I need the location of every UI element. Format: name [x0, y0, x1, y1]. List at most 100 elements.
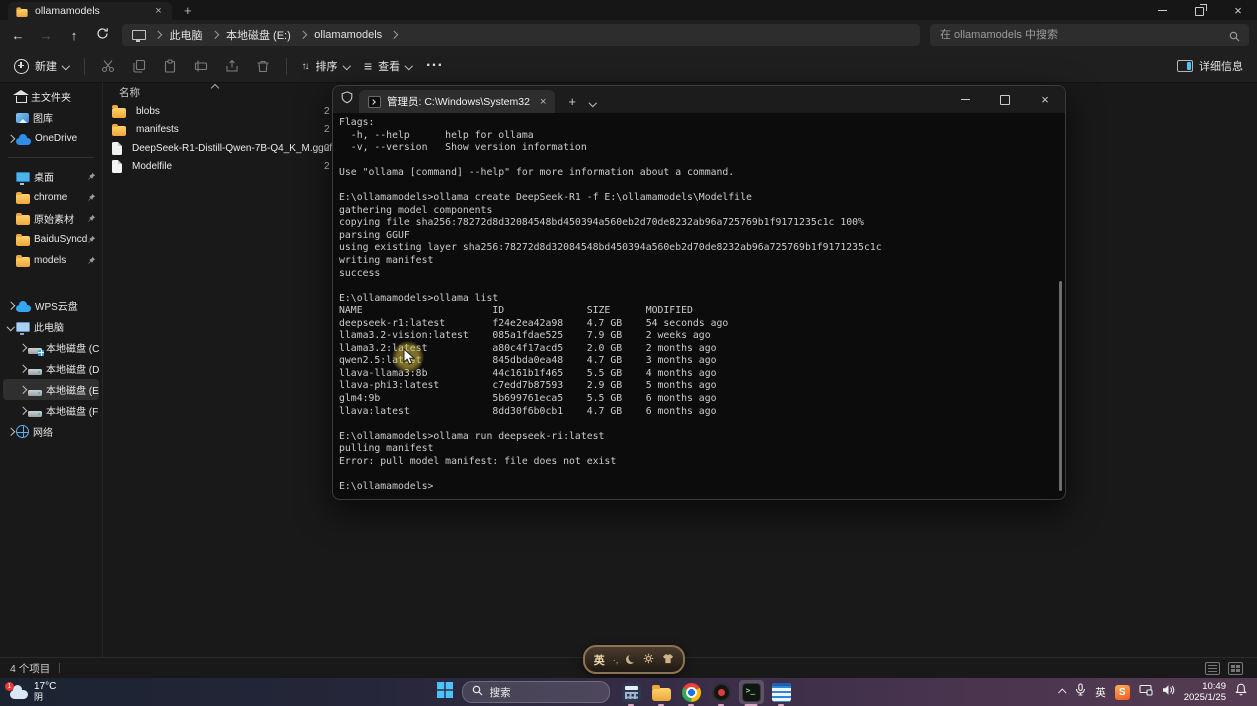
sidebar-item[interactable]: models: [3, 250, 99, 271]
expand-chevron-icon[interactable]: [7, 323, 15, 331]
expand-chevron-icon[interactable]: [7, 135, 15, 143]
tab-dropdown-icon[interactable]: [589, 98, 597, 106]
start-button[interactable]: [437, 682, 453, 703]
hidden-icons-chevron[interactable]: [1058, 688, 1066, 696]
sidebar-item[interactable]: 本地磁盘 (D:): [3, 358, 99, 379]
share-icon[interactable]: [224, 58, 240, 74]
close-button[interactable]: [1025, 86, 1065, 113]
expand-chevron-icon[interactable]: [19, 344, 27, 352]
taskbar-app[interactable]: [709, 680, 734, 704]
taskbar-app[interactable]: [769, 680, 794, 704]
terminal-window-controls: [945, 86, 1065, 113]
sidebar-item[interactable]: WPS云盘: [3, 295, 99, 316]
taskbar-app[interactable]: [739, 680, 764, 704]
breadcrumb-drive-e[interactable]: 本地磁盘 (E:): [226, 27, 291, 43]
file-name: manifests: [136, 124, 179, 135]
refresh-button[interactable]: [88, 27, 116, 43]
cast-screen-icon[interactable]: [1139, 683, 1153, 701]
up-button[interactable]: [60, 28, 88, 43]
file-row[interactable]: Modelfile 2: [103, 158, 344, 177]
volume-icon[interactable]: [1162, 683, 1175, 701]
large-icons-view-icon[interactable]: [1228, 662, 1243, 675]
ime-indicator[interactable]: 英: [1095, 685, 1106, 700]
new-tab-button[interactable]: [568, 94, 576, 109]
ime-settings-gear-icon[interactable]: [643, 651, 654, 669]
file-row[interactable]: manifests 2: [103, 121, 344, 140]
sogou-ime-icon[interactable]: S: [1115, 685, 1130, 700]
sort-arrows-icon: [302, 60, 310, 72]
file-row[interactable]: DeepSeek-R1-Distill-Qwen-7B-Q4_K_M.gguf …: [103, 139, 344, 158]
expand-chevron-icon[interactable]: [19, 386, 27, 394]
delete-icon[interactable]: [255, 58, 271, 74]
ime-language-button[interactable]: 英: [594, 652, 605, 668]
sidebar-item-icon: [16, 215, 30, 225]
taskbar-app[interactable]: [619, 680, 644, 704]
sort-ascending-icon[interactable]: [211, 84, 219, 92]
chevron-right-icon: [154, 31, 162, 39]
terminal-title-bar[interactable]: 管理员: C:\Windows\System32: [333, 86, 1065, 113]
sidebar-divider: [8, 157, 94, 158]
explorer-window-controls: [1143, 0, 1257, 20]
sidebar-item[interactable]: 本地磁盘 (E:): [3, 379, 99, 400]
sidebar-item[interactable]: OneDrive: [3, 128, 99, 149]
sidebar-item[interactable]: BaiduSyncdisk: [3, 229, 99, 250]
sidebar-item[interactable]: 此电脑: [3, 316, 99, 337]
sidebar-item[interactable]: chrome: [3, 187, 99, 208]
copy-icon[interactable]: [131, 58, 147, 74]
details-pane-button[interactable]: 详细信息: [1177, 58, 1243, 74]
moon-icon[interactable]: [626, 655, 635, 664]
taskbar-app[interactable]: [679, 680, 704, 704]
new-tab-button[interactable]: [184, 3, 192, 18]
breadcrumb: 此电脑 本地磁盘 (E:) ollamamodels: [122, 24, 920, 46]
column-header-name[interactable]: 名称: [119, 85, 140, 100]
sidebar-item[interactable]: 网络: [3, 421, 99, 442]
forward-button[interactable]: [32, 28, 60, 43]
terminal-tab[interactable]: 管理员: C:\Windows\System32: [359, 90, 555, 113]
rename-icon[interactable]: [193, 58, 209, 74]
sidebar-item[interactable]: 本地磁盘 (C:): [3, 337, 99, 358]
weather-widget[interactable]: 1 17°C 阴: [10, 682, 170, 702]
ime-skin-shirt-icon[interactable]: [662, 651, 674, 669]
sidebar-item[interactable]: 桌面: [3, 166, 99, 187]
search-input[interactable]: [930, 29, 1249, 41]
maximize-button[interactable]: [985, 86, 1025, 113]
new-button[interactable]: 新建: [14, 58, 69, 74]
microphone-icon[interactable]: [1075, 683, 1086, 701]
explorer-tab[interactable]: ollamamodels: [8, 2, 172, 20]
cut-icon[interactable]: [100, 58, 116, 74]
tab-close-icon[interactable]: [540, 96, 546, 108]
expand-chevron-icon[interactable]: [7, 428, 15, 436]
tab-close-icon[interactable]: [152, 5, 165, 17]
expand-chevron-icon[interactable]: [19, 365, 27, 373]
minimize-button[interactable]: [945, 86, 985, 113]
sidebar-item[interactable]: 图库: [3, 107, 99, 128]
chevron-right-icon: [299, 31, 307, 39]
taskbar-search[interactable]: 搜索: [462, 681, 610, 703]
terminal-scrollbar[interactable]: [1059, 281, 1062, 491]
sidebar-item[interactable]: 本地磁盘 (F:): [3, 400, 99, 421]
sort-button[interactable]: 排序: [302, 58, 350, 74]
restore-button[interactable]: [1181, 0, 1219, 20]
breadcrumb-this-pc[interactable]: 此电脑: [170, 27, 203, 43]
breadcrumb-ollamamodels[interactable]: ollamamodels: [314, 29, 382, 41]
taskbar-clock[interactable]: 10:49 2025/1/25: [1184, 681, 1226, 703]
search-icon: [472, 685, 483, 699]
file-row[interactable]: blobs 2: [103, 102, 344, 121]
details-view-icon[interactable]: [1205, 662, 1220, 675]
back-button[interactable]: [4, 28, 32, 43]
notification-bell-icon[interactable]: [1235, 683, 1247, 701]
more-options-button[interactable]: [427, 58, 443, 74]
sidebar-item-icon: [28, 390, 42, 396]
terminal-line: llava-llama3:8b 44c161b1f465 5.5 GB 4 mo…: [339, 368, 1053, 381]
expand-chevron-icon[interactable]: [7, 302, 15, 310]
view-button[interactable]: 查看: [364, 58, 412, 74]
taskbar-app[interactable]: [649, 680, 674, 704]
close-button[interactable]: [1219, 0, 1257, 20]
ime-punctuation-button[interactable]: ·,: [613, 655, 619, 665]
paste-icon[interactable]: [162, 58, 178, 74]
expand-chevron-icon[interactable]: [19, 407, 27, 415]
sidebar-item[interactable]: 原始素材: [3, 208, 99, 229]
minimize-button[interactable]: [1143, 0, 1181, 20]
sidebar-item[interactable]: 主文件夹: [3, 86, 99, 107]
search-icon: [1229, 29, 1240, 47]
